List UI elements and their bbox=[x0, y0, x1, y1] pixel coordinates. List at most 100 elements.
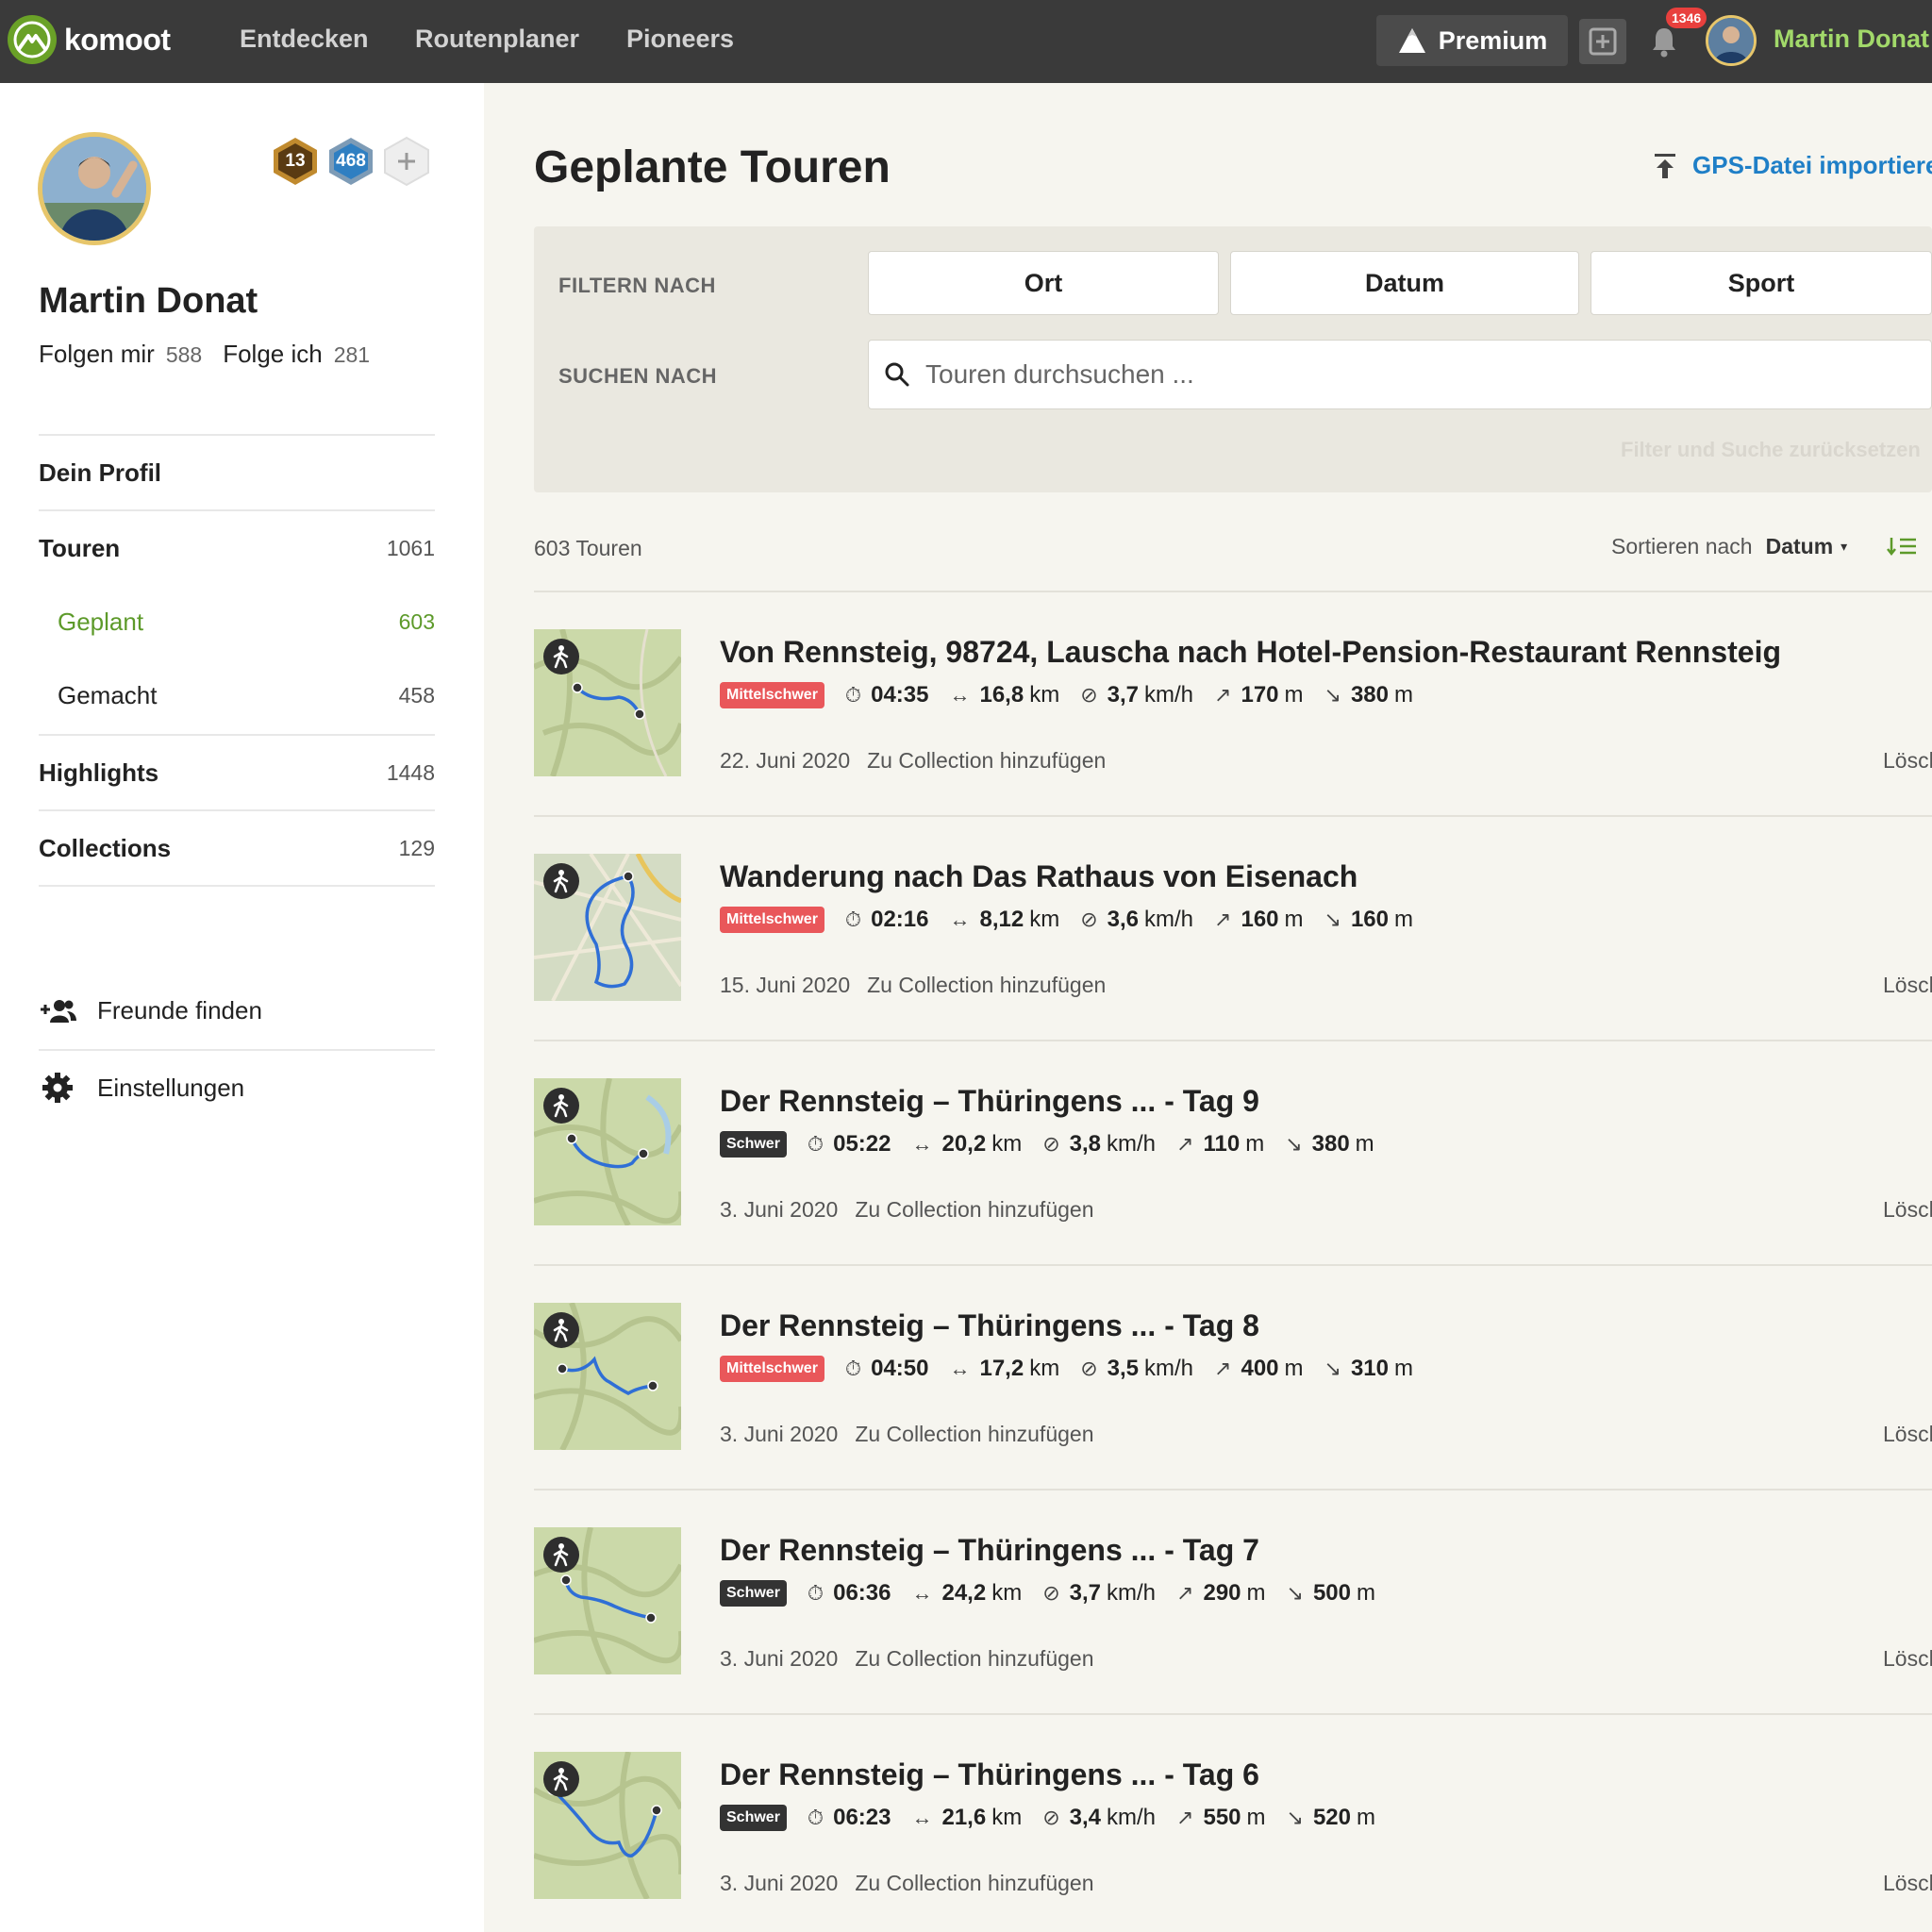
divider bbox=[39, 734, 435, 736]
add-to-collection-link[interactable]: Zu Collection hinzufügen bbox=[855, 1871, 1093, 1895]
tour-map-thumbnail[interactable] bbox=[534, 1527, 681, 1674]
tour-title[interactable]: Der Rennsteig – Thüringens ... - Tag 8 bbox=[720, 1308, 1259, 1343]
tour-title[interactable]: Der Rennsteig – Thüringens ... - Tag 7 bbox=[720, 1533, 1259, 1568]
elevation-unit: m bbox=[1284, 682, 1304, 708]
tour-map-thumbnail[interactable] bbox=[534, 1078, 681, 1225]
speed-icon: ⊘ bbox=[1080, 1357, 1098, 1380]
distance-stat: ↔ 16,8 km bbox=[949, 682, 1059, 708]
sidebar-item-count: 458 bbox=[398, 683, 435, 708]
speed-unit: km/h bbox=[1144, 907, 1194, 932]
profile-name: Martin Donat bbox=[39, 281, 258, 321]
follow-stats: Folgen mir 588 Folge ich 281 bbox=[39, 340, 391, 369]
duration-stat: ⏱ 06:23 bbox=[808, 1805, 891, 1831]
tour-list-item[interactable]: Von Rennsteig, 98724, Lauscha nach Hotel… bbox=[534, 629, 1932, 808]
tour-title[interactable]: Von Rennsteig, 98724, Lauscha nach Hotel… bbox=[720, 635, 1781, 670]
speed-stat: ⊘ 3,4 km/h bbox=[1042, 1805, 1156, 1831]
komoot-logo[interactable]: komoot bbox=[8, 15, 171, 64]
tour-list-item[interactable]: Der Rennsteig – Thüringens ... - Tag 6 S… bbox=[534, 1752, 1932, 1931]
sidebar-item-highlights[interactable]: Highlights 1448 bbox=[39, 758, 435, 788]
divider bbox=[534, 815, 1932, 817]
reset-filters-link[interactable]: Filter und Suche zurücksetzen bbox=[1621, 438, 1921, 462]
sort-control[interactable]: Sortieren nach Datum ▾ bbox=[1611, 534, 1847, 559]
sidebar-item-profil[interactable]: Dein Profil bbox=[39, 458, 435, 488]
sidebar-item-touren[interactable]: Touren 1061 bbox=[39, 534, 435, 563]
ascent-stat: ↗ 550 m bbox=[1176, 1805, 1265, 1831]
level-badge[interactable]: 13 bbox=[270, 136, 321, 187]
duration-value: 06:23 bbox=[833, 1805, 891, 1830]
ascent-stat: ↗ 170 m bbox=[1214, 682, 1303, 708]
sidebar-item-geplant[interactable]: Geplant 603 bbox=[39, 608, 435, 637]
user-name-link[interactable]: Martin Donat bbox=[1774, 25, 1929, 54]
sort-direction-icon[interactable] bbox=[1887, 536, 1917, 557]
tour-title[interactable]: Der Rennsteig – Thüringens ... - Tag 9 bbox=[720, 1084, 1259, 1119]
premium-button[interactable]: Premium bbox=[1376, 15, 1568, 66]
delete-tour-link[interactable]: Löschen bbox=[1883, 1422, 1932, 1447]
add-to-collection-link[interactable]: Zu Collection hinzufügen bbox=[867, 748, 1106, 773]
delete-tour-link[interactable]: Löschen bbox=[1883, 748, 1932, 774]
descent-value: 310 bbox=[1350, 1356, 1389, 1381]
filter-label: FILTERN NACH bbox=[558, 274, 716, 297]
nav-routenplaner[interactable]: Routenplaner bbox=[415, 25, 579, 54]
create-button[interactable] bbox=[1579, 19, 1626, 64]
tour-title[interactable]: Wanderung nach Das Rathaus von Eisenach bbox=[720, 859, 1357, 894]
tour-map-thumbnail[interactable] bbox=[534, 1752, 681, 1899]
speed-value: 3,5 bbox=[1107, 1356, 1140, 1381]
tour-map-thumbnail[interactable] bbox=[534, 629, 681, 776]
find-friends-link[interactable]: Freunde finden bbox=[39, 996, 262, 1025]
delete-tour-link[interactable]: Löschen bbox=[1883, 1646, 1932, 1672]
difficulty-badge: Schwer bbox=[720, 1805, 787, 1831]
elevation-unit: m bbox=[1246, 1805, 1266, 1830]
duration-value: 04:35 bbox=[871, 682, 929, 708]
ascent-value: 170 bbox=[1241, 682, 1279, 708]
difficulty-badge: Mittelschwer bbox=[720, 682, 824, 708]
tour-map-thumbnail[interactable] bbox=[534, 854, 681, 1001]
add-to-collection-link[interactable]: Zu Collection hinzufügen bbox=[867, 973, 1106, 997]
tour-date: 3. Juni 2020 bbox=[720, 1197, 839, 1222]
speed-icon: ⊘ bbox=[1080, 908, 1098, 931]
following-label[interactable]: Folge ich bbox=[223, 340, 323, 368]
ascent-stat: ↗ 290 m bbox=[1176, 1580, 1265, 1607]
komoot-logo-icon bbox=[8, 15, 57, 64]
speed-stat: ⊘ 3,6 km/h bbox=[1080, 907, 1193, 933]
ascent-icon: ↗ bbox=[1214, 1357, 1232, 1380]
tour-list-item[interactable]: Der Rennsteig – Thüringens ... - Tag 9 S… bbox=[534, 1078, 1932, 1257]
tour-list-item[interactable]: Der Rennsteig – Thüringens ... - Tag 7 S… bbox=[534, 1527, 1932, 1707]
user-avatar[interactable] bbox=[1706, 15, 1757, 66]
sidebar-item-gemacht[interactable]: Gemacht 458 bbox=[39, 681, 435, 710]
import-gps-link[interactable]: GPS-Datei importieren bbox=[1653, 151, 1932, 180]
pioneer-badge-value: 468 bbox=[336, 151, 366, 171]
search-field[interactable] bbox=[868, 340, 1932, 409]
filter-ort-button[interactable]: Ort bbox=[868, 251, 1219, 315]
add-to-collection-link[interactable]: Zu Collection hinzufügen bbox=[855, 1197, 1093, 1222]
tour-list-item[interactable]: Der Rennsteig – Thüringens ... - Tag 8 M… bbox=[534, 1303, 1932, 1482]
pioneer-badge[interactable]: 468 bbox=[325, 136, 376, 187]
delete-tour-link[interactable]: Löschen bbox=[1883, 1871, 1932, 1896]
add-to-collection-link[interactable]: Zu Collection hinzufügen bbox=[855, 1646, 1093, 1671]
filter-datum-button[interactable]: Datum bbox=[1230, 251, 1579, 315]
tour-title[interactable]: Der Rennsteig – Thüringens ... - Tag 6 bbox=[720, 1757, 1259, 1792]
tour-list-item[interactable]: Wanderung nach Das Rathaus von Eisenach … bbox=[534, 854, 1932, 1033]
search-input[interactable] bbox=[925, 359, 1774, 390]
elevation-unit: m bbox=[1246, 1580, 1266, 1606]
divider bbox=[39, 809, 435, 811]
divider bbox=[534, 1489, 1932, 1491]
settings-link[interactable]: Einstellungen bbox=[39, 1072, 244, 1104]
add-to-collection-link[interactable]: Zu Collection hinzufügen bbox=[855, 1422, 1093, 1446]
sidebar-item-collections[interactable]: Collections 129 bbox=[39, 834, 435, 863]
level-badge-value: 13 bbox=[285, 151, 306, 171]
tour-stats: Schwer ⏱ 06:36 ↔ 24,2 km ⊘ 3,7 km/h ↗ 290 m ↘ 50… bbox=[720, 1580, 1396, 1607]
nav-entdecken[interactable]: Entdecken bbox=[240, 25, 369, 54]
delete-tour-link[interactable]: Löschen bbox=[1883, 973, 1932, 998]
add-badge-button[interactable] bbox=[381, 136, 432, 187]
tour-map-thumbnail[interactable] bbox=[534, 1303, 681, 1450]
nav-pioneers[interactable]: Pioneers bbox=[626, 25, 734, 54]
elevation-unit: m bbox=[1355, 1131, 1374, 1157]
descent-value: 520 bbox=[1312, 1805, 1351, 1830]
delete-tour-link[interactable]: Löschen bbox=[1883, 1197, 1932, 1223]
followers-label[interactable]: Folgen mir bbox=[39, 340, 155, 368]
profile-avatar[interactable] bbox=[38, 132, 151, 245]
descent-value: 380 bbox=[1311, 1131, 1350, 1157]
distance-icon: ↔ bbox=[949, 683, 971, 707]
filter-sport-button[interactable]: Sport bbox=[1591, 251, 1932, 315]
tour-date: 3. Juni 2020 bbox=[720, 1871, 839, 1895]
